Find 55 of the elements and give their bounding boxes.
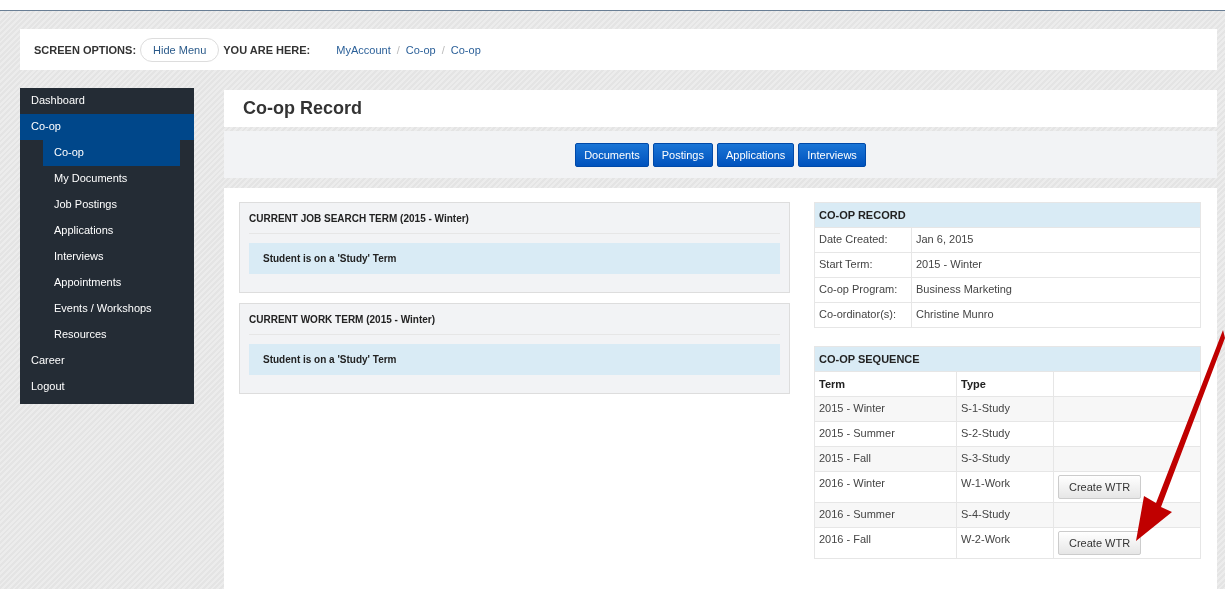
sidebar-subitem[interactable]: Events / Workshops (43, 296, 180, 322)
table-cell: Christine Munro (911, 302, 1201, 328)
table-cell: S-1-Study (956, 396, 1054, 422)
table-cell: 2016 - Fall (814, 527, 957, 559)
table-cell: 2016 - Summer (814, 502, 957, 528)
nav-button[interactable]: Interviews (798, 142, 866, 167)
sidebar-item[interactable]: Co-op (20, 114, 194, 140)
column-header: Term (814, 371, 957, 397)
term-title: CURRENT JOB SEARCH TERM (2015 - Winter) (249, 213, 780, 234)
breadcrumb-label: YOU ARE HERE: (223, 43, 311, 56)
table-cell: 2015 - Fall (814, 446, 957, 472)
sidebar-subitem[interactable]: Job Postings (43, 192, 180, 218)
breadcrumb-separator: / (396, 43, 400, 56)
table-cell: Start Term: (814, 252, 912, 278)
table-cell: Jan 6, 2015 (911, 227, 1201, 253)
create-wtr-button[interactable]: Create WTR (1058, 475, 1142, 499)
table-title: CO-OP RECORD (814, 202, 1201, 228)
sidebar-subitem[interactable]: Co-op (43, 140, 180, 166)
nav-button[interactable]: Applications (717, 142, 795, 167)
table-cell: W-2-Work (956, 527, 1054, 559)
table-cell: Co-op Program: (814, 277, 912, 303)
table-cell: 2016 - Winter (814, 471, 957, 503)
table-cell: W-1-Work (956, 471, 1054, 503)
term-message: Student is on a 'Study' Term (249, 243, 780, 274)
sidebar-item[interactable]: Logout (20, 374, 194, 400)
nav-button[interactable]: Documents (575, 142, 649, 167)
table-cell: 2015 - Winter (814, 396, 957, 422)
breadcrumb-link[interactable]: Co-op (450, 43, 481, 56)
table-cell: S-2-Study (956, 421, 1054, 447)
table-cell: Business Marketing (911, 277, 1201, 303)
table-cell: 2015 - Summer (814, 421, 957, 447)
create-wtr-button[interactable]: Create WTR (1058, 531, 1142, 555)
table-title: CO-OP SEQUENCE (814, 346, 1201, 372)
sidebar-subitem[interactable]: Resources (43, 322, 180, 348)
term-message: Student is on a 'Study' Term (249, 344, 780, 375)
table-cell: 2015 - Winter (911, 252, 1201, 278)
sidebar-item[interactable]: Career (20, 348, 194, 374)
sidebar-item[interactable]: Dashboard (20, 88, 194, 114)
term-title: CURRENT WORK TERM (2015 - Winter) (249, 314, 780, 335)
table-cell: Date Created: (814, 227, 912, 253)
hide-menu-button[interactable]: Hide Menu (140, 37, 220, 62)
screen-options-label: SCREEN OPTIONS: (34, 43, 137, 56)
page-title: Co-op Record (243, 98, 362, 119)
breadcrumb-separator: / (441, 43, 445, 56)
sidebar-subitem[interactable]: Appointments (43, 270, 180, 296)
table-cell: S-4-Study (956, 502, 1054, 528)
table-cell: S-3-Study (956, 446, 1054, 472)
breadcrumb-link[interactable]: Co-op (405, 43, 436, 56)
sidebar-subitem[interactable]: My Documents (43, 166, 180, 192)
nav-button[interactable]: Postings (652, 142, 713, 167)
column-header: Type (956, 371, 1054, 397)
table-cell: Co-ordinator(s): (814, 302, 912, 328)
sidebar-subitem[interactable]: Applications (43, 218, 180, 244)
sidebar-subitem[interactable]: Interviews (43, 244, 180, 270)
breadcrumb-link[interactable]: MyAccount (336, 43, 391, 56)
